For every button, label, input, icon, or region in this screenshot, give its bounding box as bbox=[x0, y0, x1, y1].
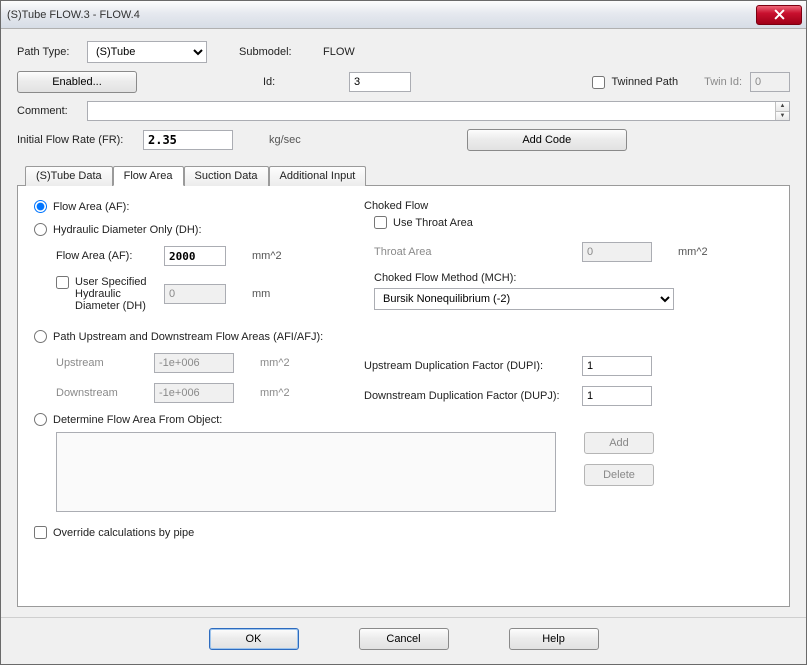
user-dh-field bbox=[164, 284, 226, 304]
upstream-field bbox=[154, 353, 234, 373]
tab-stube-data[interactable]: (S)Tube Data bbox=[25, 166, 113, 186]
tabs: (S)Tube Data Flow Area Suction Data Addi… bbox=[17, 165, 790, 607]
flow-area-unit: mm^2 bbox=[252, 250, 282, 262]
dupi-row: Upstream Duplication Factor (DUPI): bbox=[364, 356, 773, 376]
upstream-unit: mm^2 bbox=[260, 357, 290, 369]
delete-object-button: Delete bbox=[584, 464, 654, 486]
radio-afiafj[interactable]: Path Upstream and Downstream Flow Areas … bbox=[34, 330, 334, 343]
comment-label: Comment: bbox=[17, 105, 79, 117]
throat-area-unit: mm^2 bbox=[678, 246, 708, 258]
left-column: Flow Area (AF): Hydraulic Diameter Only … bbox=[34, 200, 334, 426]
dupi-field[interactable] bbox=[582, 356, 652, 376]
close-button[interactable] bbox=[756, 5, 802, 25]
add-code-button[interactable]: Add Code bbox=[467, 129, 627, 151]
close-icon bbox=[774, 9, 785, 20]
override-pipe-checkbox[interactable]: Override calculations by pipe bbox=[34, 526, 194, 539]
downstream-label: Downstream bbox=[56, 387, 146, 399]
row-comment: Comment: ▲▼ bbox=[17, 101, 790, 121]
dialog-body: Path Type: (S)Tube Submodel: FLOW Enable… bbox=[1, 29, 806, 617]
tab-flow-area[interactable]: Flow Area bbox=[113, 166, 184, 186]
throat-area-field bbox=[582, 242, 652, 262]
comment-field[interactable]: ▲▼ bbox=[87, 101, 790, 121]
radio-from-object[interactable]: Determine Flow Area From Object: bbox=[34, 413, 334, 426]
dupj-row: Downstream Duplication Factor (DUPJ): bbox=[364, 386, 773, 406]
tabstrip: (S)Tube Data Flow Area Suction Data Addi… bbox=[17, 165, 790, 185]
row-ifr: Initial Flow Rate (FR): kg/sec Add Code bbox=[17, 129, 790, 151]
flow-area-label: Flow Area (AF): bbox=[56, 250, 156, 262]
downstream-field bbox=[154, 383, 234, 403]
mch-label: Choked Flow Method (MCH): bbox=[374, 272, 773, 284]
mch-select[interactable]: Bursik Nonequilibrium (-2) bbox=[374, 288, 674, 310]
user-dh-unit: mm bbox=[252, 288, 270, 300]
dupj-label: Downstream Duplication Factor (DUPJ): bbox=[364, 390, 574, 402]
enabled-button[interactable]: Enabled... bbox=[17, 71, 137, 93]
choked-flow-group: Choked Flow Use Throat Area Throat Area … bbox=[364, 200, 773, 310]
window-title: (S)Tube FLOW.3 - FLOW.4 bbox=[7, 9, 756, 21]
radio-flow-area[interactable]: Flow Area (AF): bbox=[34, 200, 334, 213]
user-dh-checkbox[interactable]: User Specified Hydraulic Diameter (DH) bbox=[56, 276, 156, 312]
dupj-field[interactable] bbox=[582, 386, 652, 406]
twin-id-field bbox=[750, 72, 790, 92]
row-enabled-id: Enabled... Id: Twinned Path Twin Id: bbox=[17, 71, 790, 93]
upstream-label: Upstream bbox=[56, 357, 146, 369]
cancel-button[interactable]: Cancel bbox=[359, 628, 449, 650]
help-button[interactable]: Help bbox=[509, 628, 599, 650]
id-label: Id: bbox=[263, 76, 283, 88]
right-column: Choked Flow Use Throat Area Throat Area … bbox=[364, 200, 773, 426]
afiafj-entry: Upstream mm^2 Downstream mm^2 bbox=[34, 353, 334, 403]
row-path-type: Path Type: (S)Tube Submodel: FLOW bbox=[17, 41, 790, 63]
tab-suction-data[interactable]: Suction Data bbox=[184, 166, 269, 186]
object-list bbox=[56, 432, 556, 512]
tabpanel-flow-area: Flow Area (AF): Hydraulic Diameter Only … bbox=[17, 185, 790, 607]
from-object-row: Add Delete bbox=[34, 432, 773, 512]
tab-additional-input[interactable]: Additional Input bbox=[269, 166, 367, 186]
downstream-unit: mm^2 bbox=[260, 387, 290, 399]
twinned-path-checkbox[interactable]: Twinned Path bbox=[592, 76, 678, 89]
dialog-footer: OK Cancel Help bbox=[1, 617, 806, 664]
flow-area-field[interactable] bbox=[164, 246, 226, 266]
id-field[interactable] bbox=[349, 72, 411, 92]
dialog-window: (S)Tube FLOW.3 - FLOW.4 Path Type: (S)Tu… bbox=[0, 0, 807, 665]
radio-hydraulic-diameter[interactable]: Hydraulic Diameter Only (DH): bbox=[34, 223, 334, 236]
dupi-label: Upstream Duplication Factor (DUPI): bbox=[364, 360, 574, 372]
submodel-label: Submodel: bbox=[239, 46, 295, 58]
twin-id-label: Twin Id: bbox=[704, 76, 742, 88]
throat-area-label: Throat Area bbox=[374, 246, 574, 258]
titlebar: (S)Tube FLOW.3 - FLOW.4 bbox=[1, 1, 806, 29]
submodel-value: FLOW bbox=[323, 46, 355, 58]
add-object-button: Add bbox=[584, 432, 654, 454]
path-type-select[interactable]: (S)Tube bbox=[87, 41, 207, 63]
ifr-field[interactable] bbox=[143, 130, 233, 150]
use-throat-checkbox[interactable]: Use Throat Area bbox=[364, 216, 473, 229]
ifr-unit: kg/sec bbox=[269, 134, 301, 146]
choked-flow-title: Choked Flow bbox=[364, 200, 773, 212]
path-type-label: Path Type: bbox=[17, 46, 79, 58]
comment-spin[interactable]: ▲▼ bbox=[775, 102, 789, 120]
ifr-label: Initial Flow Rate (FR): bbox=[17, 134, 135, 146]
flow-area-entry: Flow Area (AF): mm^2 User Specified Hydr… bbox=[34, 246, 334, 312]
ok-button[interactable]: OK bbox=[209, 628, 299, 650]
